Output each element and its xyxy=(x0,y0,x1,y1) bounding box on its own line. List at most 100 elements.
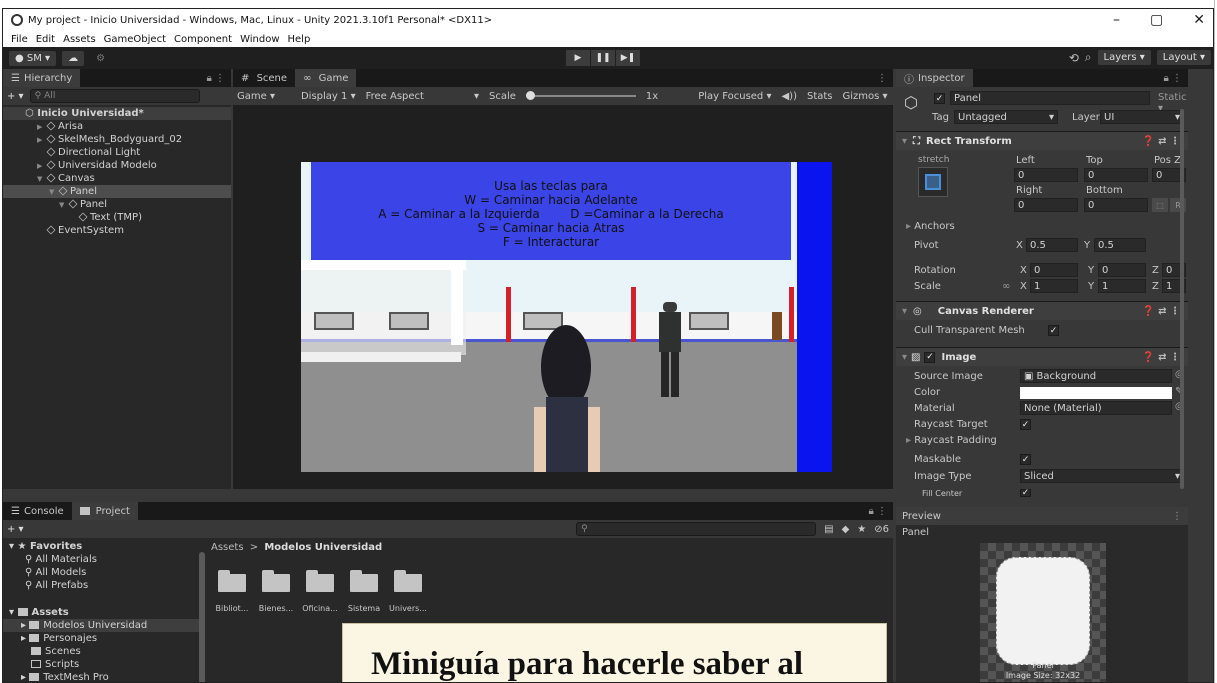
tab-inspector[interactable]: ⓘ Inspector xyxy=(896,69,973,87)
assets-header[interactable]: ▾ Assets xyxy=(3,606,203,619)
favorite-all-prefabs[interactable]: ⚲ All Prefabs xyxy=(3,579,203,592)
favorite-all-materials[interactable]: ⚲ All Materials xyxy=(3,553,203,566)
stats-button[interactable]: Stats xyxy=(807,91,833,102)
create-asset-button[interactable]: + ▾ xyxy=(7,524,24,535)
pause-button[interactable]: ❚❚ xyxy=(591,50,615,66)
raycast-target-checkbox[interactable]: ✓ xyxy=(1020,419,1031,430)
tab-project[interactable]: Project xyxy=(71,502,138,520)
hierarchy-item-light[interactable]: Directional Light xyxy=(3,146,231,159)
object-name-field[interactable]: Panel xyxy=(950,91,1150,105)
layout-dropdown[interactable]: Layout ▾ xyxy=(1156,50,1211,65)
assets-folder-modelos[interactable]: ▸ Modelos Universidad xyxy=(3,619,203,632)
gizmos-button[interactable]: Gizmos ▾ xyxy=(843,91,888,102)
menu-file[interactable]: File xyxy=(11,34,28,45)
more-options-icon[interactable]: ⋮ xyxy=(877,73,893,84)
search-icon[interactable]: ⌕ xyxy=(1085,50,1092,65)
tab-hierarchy[interactable]: ☰ Hierarchy xyxy=(3,69,81,87)
menu-window[interactable]: Window xyxy=(240,34,279,45)
aspect-dropdown-arrow[interactable]: ▾ xyxy=(474,91,479,102)
preview-tab-label[interactable]: Preview xyxy=(896,511,941,522)
image-enabled-checkbox[interactable]: ✓ xyxy=(924,351,936,363)
inspector-scrollbar[interactable] xyxy=(1180,109,1184,489)
favorites-icon[interactable]: ★ xyxy=(857,524,866,535)
folder-item[interactable]: Bienes... xyxy=(255,564,297,614)
hierarchy-item-panel[interactable]: ▼ Panel xyxy=(3,185,231,198)
image-type-dropdown[interactable]: Sliced ▾ xyxy=(1020,469,1184,483)
game-render[interactable]: Usa las teclas para W = Caminar hacia Ad… xyxy=(301,162,832,472)
preview-menu-icon[interactable]: ⋮ xyxy=(1172,511,1188,522)
step-button[interactable]: ▶❚ xyxy=(616,50,640,66)
layers-dropdown[interactable]: Layers ▾ xyxy=(1097,50,1151,65)
hierarchy-item-canvas[interactable]: ▼ Canvas xyxy=(3,172,231,185)
assets-folder-scenes[interactable]: Scenes xyxy=(3,645,203,658)
anchors-foldout[interactable]: ▸ Anchors xyxy=(906,221,955,232)
cull-mesh-checkbox[interactable]: ✓ xyxy=(1048,325,1059,336)
scale-y-field[interactable]: 1 xyxy=(1098,279,1146,293)
anchor-preset-button[interactable] xyxy=(918,167,948,197)
component-help-icon[interactable]: ❓ ⇄ ⋮ xyxy=(1142,352,1180,363)
favorite-all-models[interactable]: ⚲ All Models xyxy=(3,566,203,579)
collab-settings-icon[interactable]: ⚙ xyxy=(90,51,111,66)
breadcrumb-root[interactable]: Assets xyxy=(211,542,244,553)
left-field[interactable]: 0 xyxy=(1014,168,1078,182)
search-by-type-icon[interactable]: ▤ xyxy=(824,524,833,535)
assets-folder-textmesh[interactable]: ▸ TextMesh Pro xyxy=(3,671,203,682)
tab-game[interactable]: ∞ Game xyxy=(295,69,357,87)
close-button[interactable]: ✕ xyxy=(1193,12,1205,28)
hierarchy-item-arisa[interactable]: ▶ Arisa xyxy=(3,120,231,133)
lock-icon[interactable]: 🔒︎ ⋮ xyxy=(869,506,894,517)
mute-audio-icon[interactable]: ◀)) xyxy=(781,91,797,102)
favorites-header[interactable]: ▾ ★ Favorites xyxy=(3,540,203,553)
pivot-x-field[interactable]: 0.5 xyxy=(1026,238,1078,252)
project-search-input[interactable]: ⚲ xyxy=(576,522,817,536)
minimize-button[interactable]: – xyxy=(1113,12,1120,28)
rotation-x-field[interactable]: 0 xyxy=(1030,263,1078,277)
hierarchy-item-eventsystem[interactable]: EventSystem xyxy=(3,224,231,237)
aspect-dropdown[interactable]: Free Aspect xyxy=(366,91,424,102)
rect-transform-header[interactable]: ▾ ⛶ Rect Transform ❓ ⇄ ⋮ xyxy=(896,131,1188,150)
canvas-renderer-header[interactable]: ▾ ◎ Canvas Renderer ❓ ⇄ ⋮ xyxy=(896,301,1188,320)
lock-icon[interactable]: 🔒︎ ⋮ xyxy=(207,73,232,84)
right-field[interactable]: 0 xyxy=(1014,198,1078,212)
blueprint-mode-button[interactable]: ⬚ xyxy=(1152,198,1168,212)
bottom-field[interactable]: 0 xyxy=(1084,198,1148,212)
hierarchy-item-bodyguard[interactable]: ▶ SkelMesh_Bodyguard_02 xyxy=(3,133,231,146)
game-mode-dropdown[interactable]: Game ▾ xyxy=(237,91,275,102)
folder-item[interactable]: Univers... xyxy=(387,564,429,614)
menu-gameobject[interactable]: GameObject xyxy=(104,34,166,45)
maximize-button[interactable]: ▢ xyxy=(1150,12,1163,28)
scale-x-field[interactable]: 1 xyxy=(1030,279,1078,293)
hierarchy-item-panel-child[interactable]: ▼ Panel xyxy=(3,198,231,211)
hierarchy-item-universidad[interactable]: ▶ Universidad Modelo xyxy=(3,159,231,172)
tab-scene[interactable]: # Scene xyxy=(233,69,295,87)
active-checkbox[interactable]: ✓ xyxy=(934,93,945,104)
component-help-icon[interactable]: ❓ ⇄ ⋮ xyxy=(1142,306,1180,317)
tree-scrollbar[interactable] xyxy=(199,552,205,682)
lock-icon[interactable]: 🔒︎ ⋮ xyxy=(1164,73,1189,84)
menu-component[interactable]: Component xyxy=(174,34,232,45)
maskable-checkbox[interactable]: ✓ xyxy=(1020,454,1031,465)
create-button[interactable]: + ▾ xyxy=(7,91,24,102)
source-image-field[interactable]: ▣ Background xyxy=(1020,369,1172,383)
display-dropdown[interactable]: Display 1 ▾ xyxy=(301,91,356,102)
folder-item[interactable]: Sistema xyxy=(343,564,385,614)
hidden-packages-icon[interactable]: ⊘6 xyxy=(874,524,889,535)
pivot-y-field[interactable]: 0.5 xyxy=(1094,238,1146,252)
menu-edit[interactable]: Edit xyxy=(36,34,55,45)
tab-console[interactable]: ☰ Console xyxy=(3,502,72,520)
rotation-y-field[interactable]: 0 xyxy=(1098,263,1146,277)
play-focused-dropdown[interactable]: Play Focused ▾ xyxy=(698,91,771,102)
menu-help[interactable]: Help xyxy=(288,34,311,45)
color-swatch[interactable] xyxy=(1020,387,1172,399)
hierarchy-item-text[interactable]: Text (TMP) xyxy=(3,211,231,224)
fill-center-checkbox[interactable]: ✓ xyxy=(1020,488,1031,498)
top-field[interactable]: 0 xyxy=(1084,168,1148,182)
tag-dropdown[interactable]: Untagged ▾ xyxy=(954,110,1058,124)
breadcrumb-current[interactable]: Modelos Universidad xyxy=(264,542,382,553)
image-component-header[interactable]: ▾ ▨ ✓ Image ❓ ⇄ ⋮ xyxy=(896,347,1188,366)
material-field[interactable]: None (Material) xyxy=(1020,401,1172,415)
folder-item[interactable]: Bibliot... xyxy=(211,564,253,614)
play-button[interactable]: ▶ xyxy=(566,50,590,66)
assets-folder-scripts[interactable]: Scripts xyxy=(3,658,203,671)
cloud-button[interactable]: ☁ xyxy=(62,50,85,66)
